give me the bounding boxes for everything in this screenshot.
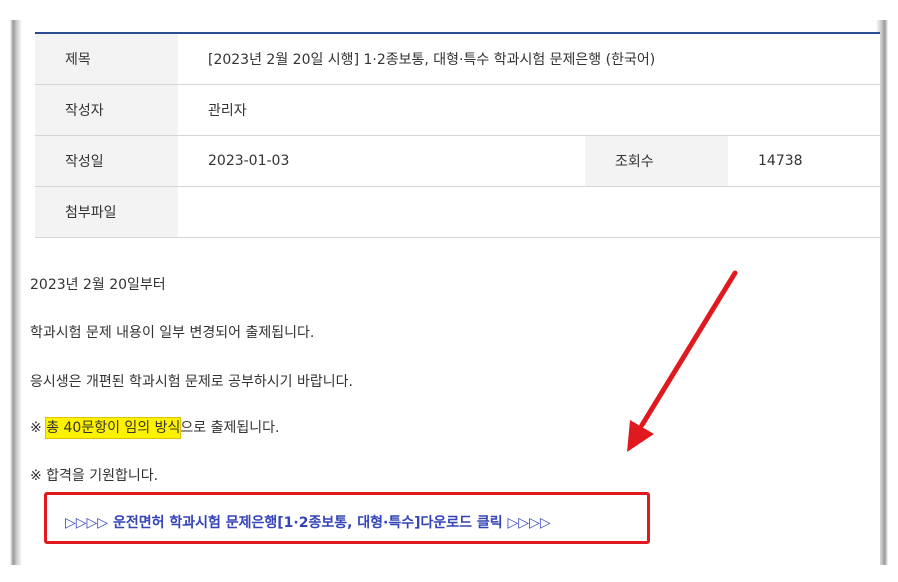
annotation-arrow-icon: [627, 270, 738, 452]
